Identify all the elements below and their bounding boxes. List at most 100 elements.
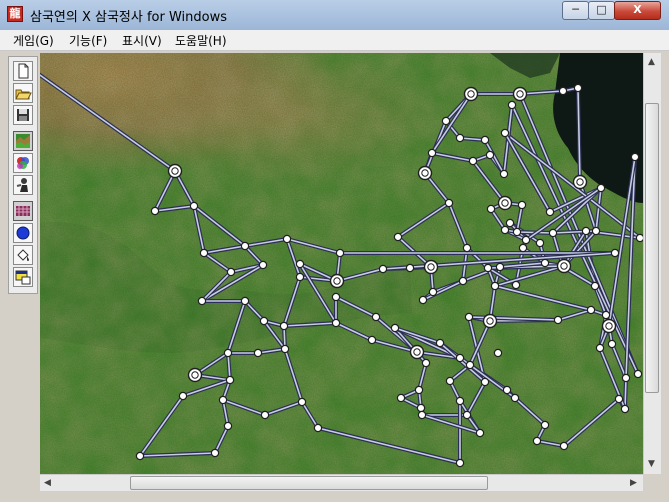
town-node[interactable] bbox=[610, 248, 620, 258]
major-city-node[interactable] bbox=[463, 86, 479, 102]
new-document-button[interactable] bbox=[13, 61, 33, 81]
major-city-node[interactable] bbox=[572, 174, 588, 190]
fill-button[interactable] bbox=[13, 245, 33, 265]
major-city-node[interactable] bbox=[497, 195, 513, 211]
territory-button[interactable] bbox=[13, 223, 33, 243]
window-button[interactable] bbox=[13, 267, 33, 287]
major-city-node[interactable] bbox=[187, 367, 203, 383]
major-city-node[interactable] bbox=[512, 86, 528, 102]
town-node[interactable] bbox=[367, 335, 377, 345]
town-node[interactable] bbox=[480, 377, 490, 387]
town-node[interactable] bbox=[499, 169, 509, 179]
town-node[interactable] bbox=[199, 248, 209, 258]
town-node[interactable] bbox=[253, 348, 263, 358]
town-node[interactable] bbox=[540, 420, 550, 430]
town-node[interactable] bbox=[511, 280, 521, 290]
town-node[interactable] bbox=[486, 204, 496, 214]
town-node[interactable] bbox=[483, 263, 493, 273]
town-node[interactable] bbox=[614, 394, 624, 404]
town-node[interactable] bbox=[279, 321, 289, 331]
terrain-view-button[interactable] bbox=[13, 131, 33, 151]
town-node[interactable] bbox=[535, 238, 545, 248]
town-node[interactable] bbox=[331, 318, 341, 328]
town-node[interactable] bbox=[635, 233, 643, 243]
town-node[interactable] bbox=[258, 260, 268, 270]
town-node[interactable] bbox=[500, 225, 510, 235]
town-node[interactable] bbox=[441, 116, 451, 126]
close-button[interactable]: X bbox=[614, 1, 661, 20]
town-node[interactable] bbox=[378, 264, 388, 274]
menu-game[interactable]: 게임(G) bbox=[13, 32, 54, 49]
town-node[interactable] bbox=[223, 421, 233, 431]
town-node[interactable] bbox=[465, 360, 475, 370]
town-node[interactable] bbox=[259, 316, 269, 326]
major-city-node[interactable] bbox=[409, 344, 425, 360]
town-node[interactable] bbox=[595, 343, 605, 353]
town-node[interactable] bbox=[218, 395, 228, 405]
town-node[interactable] bbox=[455, 133, 465, 143]
town-node[interactable] bbox=[620, 404, 630, 414]
town-node[interactable] bbox=[633, 369, 643, 379]
town-node[interactable] bbox=[462, 410, 472, 420]
town-node[interactable] bbox=[495, 262, 505, 272]
town-node[interactable] bbox=[521, 235, 531, 245]
town-node[interactable] bbox=[295, 272, 305, 282]
town-node[interactable] bbox=[581, 226, 591, 236]
town-node[interactable] bbox=[295, 259, 305, 269]
town-node[interactable] bbox=[331, 292, 341, 302]
scroll-up-arrow-icon[interactable]: ▲ bbox=[648, 57, 655, 67]
town-node[interactable] bbox=[548, 228, 558, 238]
town-node[interactable] bbox=[150, 206, 160, 216]
town-node[interactable] bbox=[553, 315, 563, 325]
town-node[interactable] bbox=[417, 410, 427, 420]
town-node[interactable] bbox=[621, 373, 631, 383]
vertical-scrollbar[interactable]: ▲ ▼ bbox=[643, 53, 661, 474]
town-node[interactable] bbox=[390, 323, 400, 333]
major-city-node[interactable] bbox=[417, 165, 433, 181]
horizontal-scrollbar[interactable]: ◀ ▶ bbox=[40, 474, 643, 492]
town-node[interactable] bbox=[418, 295, 428, 305]
town-node[interactable] bbox=[485, 150, 495, 160]
palette-button[interactable] bbox=[13, 153, 33, 173]
town-node[interactable] bbox=[445, 376, 455, 386]
major-city-node[interactable] bbox=[556, 258, 572, 274]
save-button[interactable] bbox=[13, 105, 33, 125]
vertical-scroll-thumb[interactable] bbox=[645, 103, 659, 393]
town-node[interactable] bbox=[421, 358, 431, 368]
town-node[interactable] bbox=[189, 201, 199, 211]
town-node[interactable] bbox=[601, 310, 611, 320]
character-button[interactable] bbox=[13, 175, 33, 195]
town-node[interactable] bbox=[210, 448, 220, 458]
title-bar[interactable]: 龍 삼국연의 X 삼국정사 for Windows ─ □ X bbox=[0, 0, 669, 31]
town-node[interactable] bbox=[455, 353, 465, 363]
scroll-right-arrow-icon[interactable]: ▶ bbox=[630, 478, 637, 488]
grid-toggle-button[interactable] bbox=[13, 201, 33, 221]
town-node[interactable] bbox=[591, 226, 601, 236]
town-node[interactable] bbox=[444, 198, 454, 208]
maximize-button[interactable]: □ bbox=[588, 1, 615, 20]
town-node[interactable] bbox=[502, 385, 512, 395]
town-node[interactable] bbox=[280, 344, 290, 354]
town-node[interactable] bbox=[573, 83, 583, 93]
town-node[interactable] bbox=[428, 287, 438, 297]
town-node[interactable] bbox=[480, 135, 490, 145]
town-node[interactable] bbox=[455, 458, 465, 468]
town-node[interactable] bbox=[518, 243, 528, 253]
major-city-node[interactable] bbox=[167, 163, 183, 179]
town-node[interactable] bbox=[313, 423, 323, 433]
town-node[interactable] bbox=[178, 391, 188, 401]
open-button[interactable] bbox=[13, 83, 33, 103]
strategy-map[interactable] bbox=[40, 53, 643, 474]
menu-view[interactable]: 표시(V) bbox=[122, 32, 162, 49]
town-node[interactable] bbox=[586, 305, 596, 315]
town-node[interactable] bbox=[490, 281, 500, 291]
town-node[interactable] bbox=[396, 393, 406, 403]
town-node[interactable] bbox=[416, 403, 426, 413]
town-node[interactable] bbox=[240, 241, 250, 251]
town-node[interactable] bbox=[545, 207, 555, 217]
town-node[interactable] bbox=[371, 312, 381, 322]
menu-function[interactable]: 기능(F) bbox=[69, 32, 107, 49]
town-node[interactable] bbox=[532, 436, 542, 446]
town-node[interactable] bbox=[559, 441, 569, 451]
town-node[interactable] bbox=[297, 397, 307, 407]
